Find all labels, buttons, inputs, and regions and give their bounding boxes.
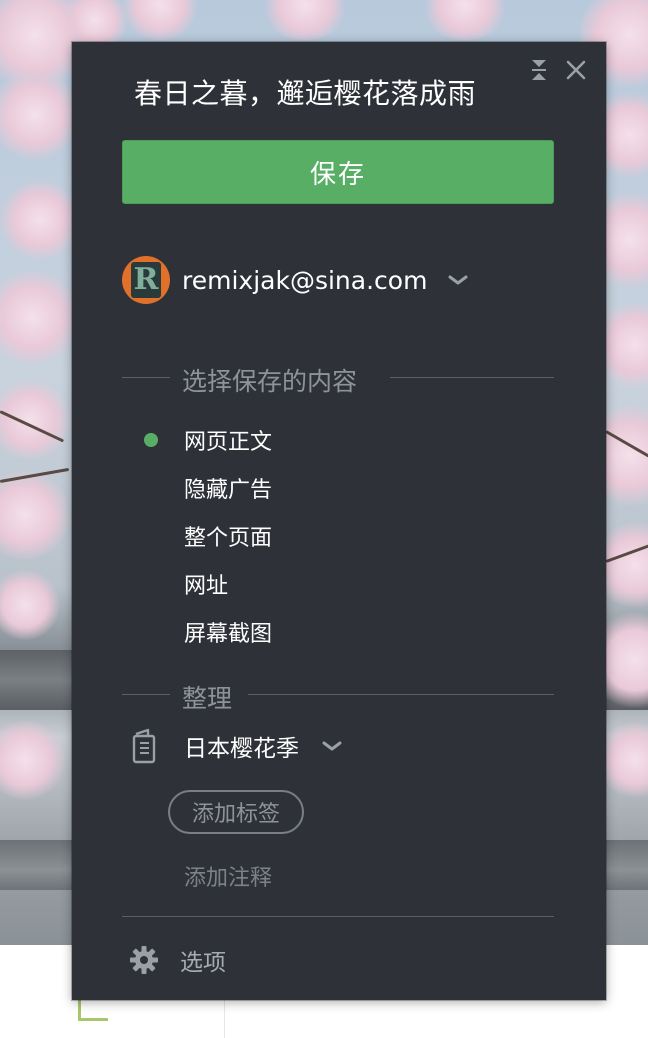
option-label: 网址 [184, 574, 229, 599]
option-label: 网页正文 [184, 430, 273, 455]
section-heading-label: 选择保存的内容 [182, 367, 358, 396]
avatar-letter: R [131, 262, 161, 298]
section-heading-label: 整理 [182, 684, 233, 713]
blossom [0, 380, 70, 460]
blossom [0, 70, 80, 160]
blossom [0, 720, 65, 800]
content-section-heading: 选择保存的内容 [122, 362, 554, 396]
divider [390, 377, 554, 378]
notebook-name: 日本樱花季 [184, 736, 299, 762]
close-icon [566, 60, 586, 80]
divider [122, 377, 170, 378]
blossom [420, 0, 510, 40]
web-clipper-panel: 春日之暮，邂逅樱花落成雨 保存 R remixjak@sina.com 选择保存… [72, 42, 606, 1000]
avatar: R [122, 256, 170, 304]
gear-icon [130, 946, 158, 974]
option-label: 整个页面 [184, 526, 273, 551]
organize-section-heading: 整理 [122, 679, 554, 713]
selected-indicator [144, 529, 158, 543]
note-title[interactable]: 春日之暮，邂逅樱花落成雨 [134, 72, 534, 112]
divider [122, 694, 170, 695]
chevron-down-icon [448, 275, 468, 285]
option-screenshot[interactable]: 屏幕截图 [144, 608, 444, 656]
option-label: 隐藏广告 [184, 478, 273, 503]
selected-indicator [144, 577, 158, 591]
blossom [260, 0, 350, 40]
divider [248, 694, 554, 695]
option-simplified[interactable]: 隐藏广告 [144, 464, 444, 512]
save-button[interactable]: 保存 [122, 140, 554, 204]
account-selector[interactable]: R remixjak@sina.com [122, 256, 469, 304]
selected-indicator [144, 481, 158, 495]
chevron-down-icon [322, 741, 342, 751]
option-article[interactable]: 网页正文 [144, 416, 444, 464]
option-full-page[interactable]: 整个页面 [144, 512, 444, 560]
close-button[interactable] [564, 58, 588, 82]
blossom [0, 270, 80, 365]
blossom [120, 0, 200, 40]
blossom [0, 180, 80, 260]
settings-label: 选项 [180, 950, 226, 976]
selected-indicator [144, 433, 158, 447]
option-bookmark[interactable]: 网址 [144, 560, 444, 608]
blossom [0, 470, 70, 560]
content-options-list: 网页正文 隐藏广告 整个页面 网址 屏幕截图 [144, 416, 444, 656]
account-email: remixjak@sina.com [182, 265, 428, 295]
add-tag-button[interactable]: 添加标签 [168, 790, 304, 834]
settings-button[interactable]: 选项 [128, 942, 226, 978]
selected-indicator [144, 625, 158, 639]
blossom [0, 570, 60, 640]
notebook-selector[interactable]: 日本樱花季 [130, 726, 343, 766]
option-label: 屏幕截图 [184, 622, 273, 647]
blossom [600, 720, 648, 800]
notebook-icon [132, 728, 156, 764]
add-note-field[interactable]: 添加注释 [184, 860, 272, 892]
divider [122, 916, 554, 917]
